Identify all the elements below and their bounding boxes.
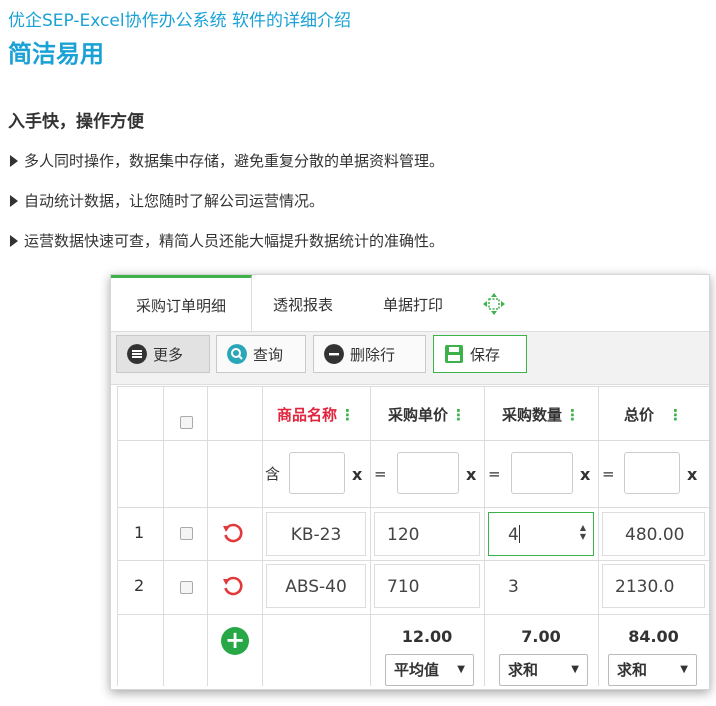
bullet-item: 多人同时操作，数据集中存储，避免重复分散的单据资料管理。 <box>10 150 444 171</box>
row-checkbox[interactable] <box>180 527 193 540</box>
undo-icon[interactable] <box>221 522 245 546</box>
toolbar: 更多 查询 删除行 保存 <box>111 332 709 385</box>
summary-total-value: 84.00 <box>628 627 679 646</box>
more-button[interactable]: 更多 <box>116 335 210 373</box>
summary-unit-price-select[interactable]: 平均值 ▼ <box>385 654 474 686</box>
summary-unit-price-value: 12.00 <box>401 627 453 646</box>
minus-circle-icon <box>324 344 344 364</box>
move-arrows-icon[interactable] <box>481 293 507 315</box>
tab-purchase-order-detail[interactable]: 采购订单明细 <box>111 275 252 331</box>
filter-input-product-name[interactable] <box>289 452 345 494</box>
summary-quantity-value: 7.00 <box>521 627 561 646</box>
row-checkbox[interactable] <box>180 581 193 594</box>
filter-clear-icon[interactable]: x <box>580 465 590 484</box>
column-header-total[interactable]: 总价 ⋮ <box>598 386 709 440</box>
column-header-quantity[interactable]: 采购数量 ⋮ <box>484 386 598 440</box>
column-menu-icon[interactable]: ⋮ <box>451 406 466 424</box>
quantity-stepper[interactable]: ▲ ▼ <box>580 523 586 541</box>
column-menu-icon[interactable]: ⋮ <box>565 406 580 424</box>
cell-unit-price[interactable]: 120 <box>374 512 480 556</box>
menu-circle-icon <box>127 344 147 364</box>
summary-total-select[interactable]: 求和 ▼ <box>608 654 697 686</box>
bullet-item: 运营数据快速可查，精简人员还能大幅提升数据统计的准确性。 <box>10 230 444 251</box>
chevron-down-icon: ▼ <box>571 664 579 675</box>
top-title: 优企SEP-Excel协作办公系统 软件的详细介绍 <box>8 11 351 31</box>
column-menu-icon[interactable]: ⋮ <box>668 406 683 424</box>
filter-operator-equals[interactable]: = <box>374 465 387 483</box>
tab-pivot-report[interactable]: 透视报表 <box>258 275 348 331</box>
save-button[interactable]: 保存 <box>433 335 527 373</box>
search-icon <box>227 344 247 364</box>
add-row-icon[interactable]: + <box>221 627 249 655</box>
filter-clear-icon[interactable]: x <box>352 465 362 484</box>
column-menu-icon[interactable]: ⋮ <box>340 406 355 424</box>
filter-operator-equals[interactable]: = <box>602 465 615 483</box>
triangle-right-icon <box>10 195 18 207</box>
filter-input-total[interactable] <box>624 452 680 494</box>
cell-unit-price[interactable]: 710 <box>374 564 480 608</box>
filter-clear-icon[interactable]: x <box>687 465 697 484</box>
section-heading: 入手快，操作方便 <box>8 112 144 132</box>
column-header-product-name[interactable]: 商品名称 ⋮ <box>262 386 370 440</box>
delete-row-button[interactable]: 删除行 <box>313 335 426 373</box>
select-all-checkbox[interactable] <box>180 416 193 429</box>
tab-document-print[interactable]: 单据打印 <box>368 275 458 331</box>
summary-quantity-select[interactable]: 求和 ▼ <box>499 654 588 686</box>
cell-product-name[interactable]: KB-23 <box>266 512 366 556</box>
filter-input-quantity[interactable] <box>511 452 573 494</box>
filter-clear-icon[interactable]: x <box>466 465 476 484</box>
undo-icon[interactable] <box>221 575 245 599</box>
column-header-unit-price[interactable]: 采购单价 ⋮ <box>370 386 484 440</box>
page-title: 简洁易用 <box>8 40 104 68</box>
triangle-right-icon <box>10 235 18 247</box>
save-icon <box>445 345 463 363</box>
cell-quantity-input[interactable]: 4 ▲ ▼ <box>488 512 594 556</box>
cell-product-name[interactable]: ABS-40 <box>266 564 366 608</box>
app-panel: 采购订单明细 透视报表 单据打印 更多 查询 删除行 保存 商品名称 ⋮ 采购单… <box>110 274 710 690</box>
cell-total[interactable]: 2130.0 <box>602 564 705 608</box>
chevron-down-icon: ▼ <box>680 664 688 675</box>
filter-operator-contains[interactable]: 含 <box>265 463 280 484</box>
chevron-down-icon: ▼ <box>457 664 465 675</box>
tab-bar: 采购订单明细 透视报表 单据打印 <box>111 275 709 332</box>
row-number: 1 <box>134 523 145 542</box>
cell-quantity[interactable]: 3 <box>488 564 594 608</box>
data-grid: 商品名称 ⋮ 采购单价 ⋮ 采购数量 ⋮ 总价 ⋮ 含 x = x = x = x 1 … <box>117 386 709 686</box>
row-number: 2 <box>134 576 145 595</box>
filter-input-unit-price[interactable] <box>397 452 459 494</box>
cell-total[interactable]: 480.00 <box>602 512 705 556</box>
bullet-item: 自动统计数据，让您随时了解公司运营情况。 <box>10 190 324 211</box>
triangle-right-icon <box>10 155 18 167</box>
filter-operator-equals[interactable]: = <box>488 465 501 483</box>
query-button[interactable]: 查询 <box>216 335 306 373</box>
